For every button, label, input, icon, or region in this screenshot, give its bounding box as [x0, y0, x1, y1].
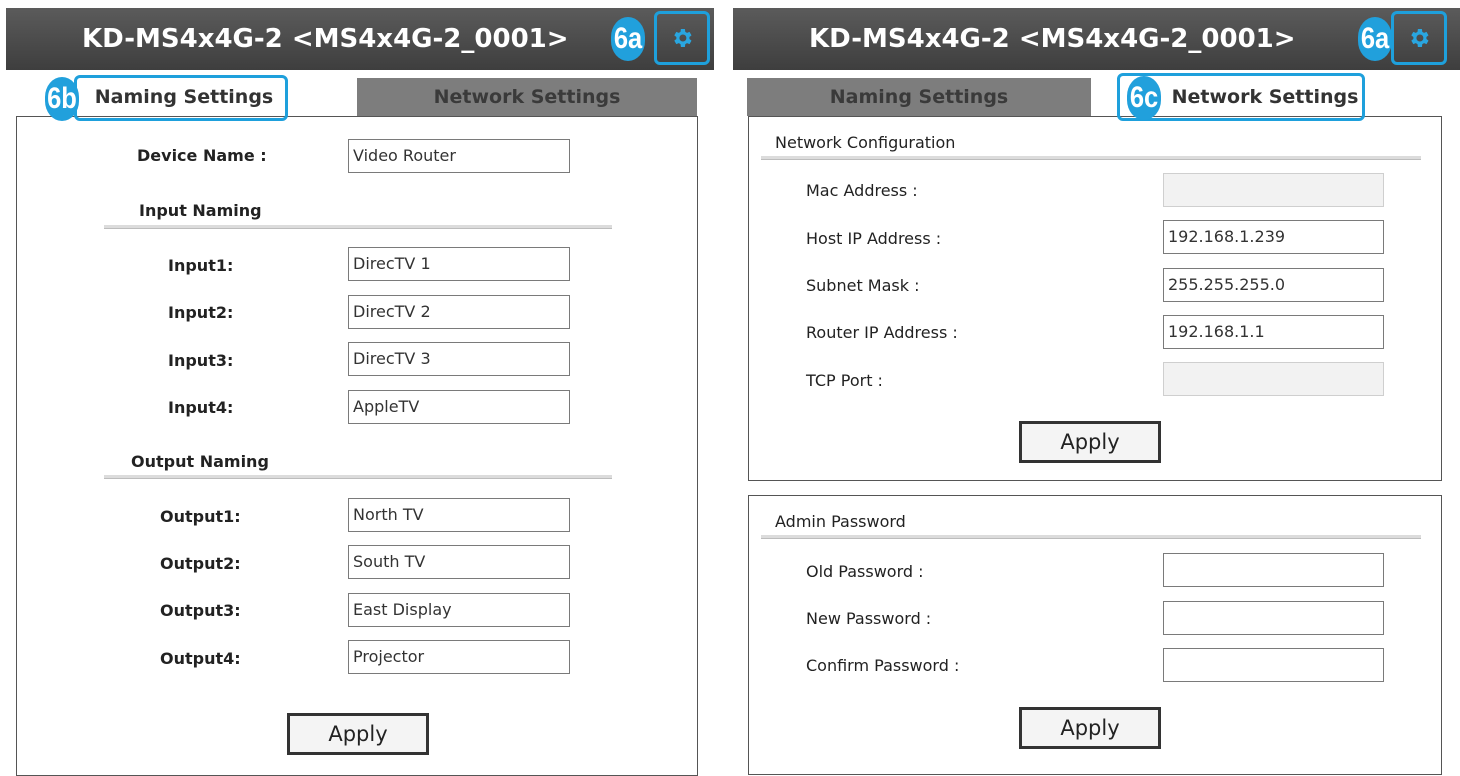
confirm-password-label: Confirm Password : — [806, 656, 960, 675]
tcp-port-label: TCP Port : — [806, 371, 883, 390]
output2-name-field[interactable]: South TV — [348, 545, 570, 579]
device-name-label: Device Name : — [137, 146, 267, 165]
host-ip-field[interactable]: 192.168.1.239 — [1163, 220, 1384, 254]
input3-name-field[interactable]: DirecTV 3 — [348, 342, 570, 376]
network-settings-panel: KD-MS4x4G-2 <MS4x4G-2_0001> 6a Naming Se… — [733, 0, 1460, 775]
output1-name-field[interactable]: North TV — [348, 498, 570, 532]
naming-apply-button[interactable]: Apply — [287, 713, 429, 755]
tcp-port-field — [1163, 362, 1384, 396]
title-bar: KD-MS4x4G-2 <MS4x4G-2_0001> 6a — [6, 8, 714, 70]
output4-name-field[interactable]: Projector — [348, 640, 570, 674]
mac-address-field — [1163, 173, 1384, 207]
callout-6a: 6a — [1358, 17, 1392, 61]
device-name-input[interactable]: Video Router — [348, 139, 570, 173]
input2-label: Input2: — [168, 303, 234, 322]
network-configuration-heading: Network Configuration — [775, 133, 956, 152]
subnet-mask-field[interactable]: 255.255.255.0 — [1163, 268, 1384, 302]
divider — [104, 225, 612, 229]
tab-highlight-6b — [74, 75, 288, 121]
host-ip-label: Host IP Address : — [806, 229, 942, 248]
tab-network-settings[interactable]: Network Settings — [357, 78, 697, 116]
callout-6a: 6a — [611, 17, 645, 61]
input4-label: Input4: — [168, 398, 234, 417]
input-naming-heading: Input Naming — [139, 201, 262, 220]
new-password-label: New Password : — [806, 609, 932, 628]
tab-naming-settings[interactable]: Naming Settings — [747, 78, 1091, 116]
divider — [761, 535, 1421, 539]
device-title: KD-MS4x4G-2 <MS4x4G-2_0001> — [82, 24, 569, 54]
subnet-mask-label: Subnet Mask : — [806, 276, 920, 295]
mac-address-label: Mac Address : — [806, 181, 918, 200]
old-password-label: Old Password : — [806, 562, 924, 581]
naming-form-frame — [16, 116, 698, 776]
title-bar: KD-MS4x4G-2 <MS4x4G-2_0001> 6a — [733, 8, 1460, 70]
admin-password-heading: Admin Password — [775, 512, 906, 531]
router-ip-field[interactable]: 192.168.1.1 — [1163, 315, 1384, 349]
output2-label: Output2: — [160, 554, 241, 573]
output-naming-heading: Output Naming — [131, 452, 269, 471]
input1-name-field[interactable]: DirecTV 1 — [348, 247, 570, 281]
output4-label: Output4: — [160, 649, 241, 668]
input1-label: Input1: — [168, 256, 234, 275]
settings-gear-button[interactable] — [1391, 11, 1447, 65]
old-password-field[interactable] — [1163, 553, 1384, 587]
output3-name-field[interactable]: East Display — [348, 593, 570, 627]
input4-name-field[interactable]: AppleTV — [348, 390, 570, 424]
divider — [104, 475, 612, 479]
divider — [761, 156, 1421, 160]
settings-gear-button[interactable] — [654, 11, 710, 65]
router-ip-label: Router IP Address : — [806, 323, 958, 342]
input2-name-field[interactable]: DirecTV 2 — [348, 295, 570, 329]
admin-apply-button[interactable]: Apply — [1019, 707, 1161, 749]
network-apply-button[interactable]: Apply — [1019, 421, 1161, 463]
device-title: KD-MS4x4G-2 <MS4x4G-2_0001> — [809, 24, 1296, 54]
new-password-field[interactable] — [1163, 601, 1384, 635]
input3-label: Input3: — [168, 351, 234, 370]
callout-6c: 6c — [1127, 76, 1161, 120]
callout-6b: 6b — [45, 77, 79, 121]
confirm-password-field[interactable] — [1163, 648, 1384, 682]
gear-icon — [674, 29, 692, 47]
gear-icon — [1411, 29, 1429, 47]
naming-settings-panel: KD-MS4x4G-2 <MS4x4G-2_0001> 6a Network S… — [0, 0, 714, 776]
output1-label: Output1: — [160, 507, 241, 526]
output3-label: Output3: — [160, 601, 241, 620]
